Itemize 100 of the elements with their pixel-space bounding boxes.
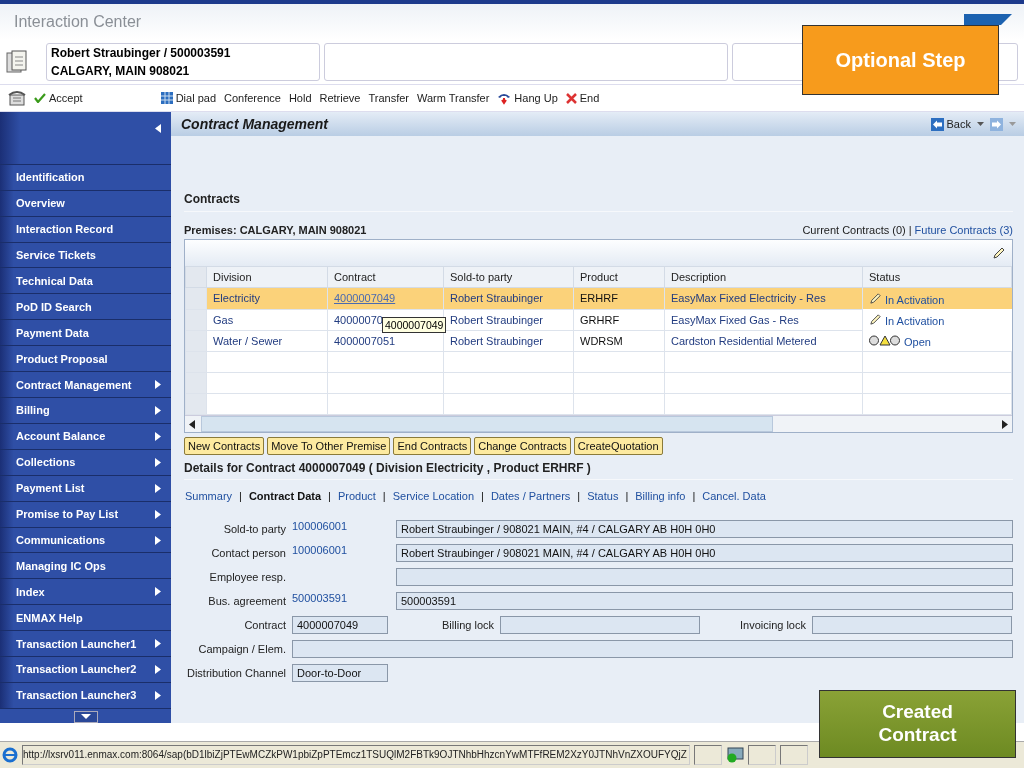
toolbar-button[interactable]: Hang Up [497,91,558,105]
input-field[interactable]: 4000007049 [292,616,388,634]
separator: | [625,490,629,502]
left-arrow-icon[interactable] [189,419,195,429]
close-icon [565,92,577,104]
sidebar-item[interactable]: Technical Data [0,268,171,295]
keypad-icon [160,92,173,104]
toolbar-button[interactable]: Accept [34,92,83,104]
toolbar-button[interactable]: Transfer [368,92,409,104]
sidebar-item[interactable]: ENMAX Help [0,605,171,632]
right-arrow-icon[interactable] [1002,419,1008,429]
horizontal-scrollbar[interactable] [185,415,1012,432]
window-title: Interaction Center [14,13,142,31]
sidebar-item[interactable]: Identification [0,164,171,191]
submenu-arrow-icon [155,509,161,519]
status-cell: In Activation [863,288,1012,309]
sidebar-item[interactable]: Overview [0,190,171,217]
field-label: Billing lock [441,619,494,631]
input-field[interactable]: 500003591 [396,592,1013,610]
detail-tab[interactable]: Contract Data [248,490,322,502]
page-title: Contract Management [181,116,329,132]
table-cell: Water / Sewer [206,330,328,352]
status-pane [693,745,722,765]
detail-tab[interactable]: Dates / Partners [490,490,571,502]
toolbar-button[interactable]: End [565,92,600,104]
toolbar-button[interactable]: Dial pad [160,92,216,104]
field-label: Sold-to party [222,523,286,535]
field-label: Bus. agreement [207,595,286,607]
back-button[interactable]: Back [930,117,971,131]
submenu-arrow-icon [155,639,161,649]
telephone-icon [8,90,26,106]
detail-tab[interactable]: Service Location [392,490,474,502]
pencil-icon [869,292,882,305]
back-arrow-icon [930,117,944,131]
toolbar-button[interactable]: Warm Transfer [417,92,490,104]
sidebar-item[interactable]: Communications [0,527,171,554]
input-field[interactable]: Door-to-Door [292,664,388,682]
future-contracts-link[interactable]: Future Contracts (3) [914,224,1013,236]
input-field[interactable] [500,616,700,634]
table-cell: Cardston Residential Metered [664,330,863,352]
separator: | [328,490,331,502]
sidebar-item[interactable]: PoD ID Search [0,294,171,321]
forward-icon[interactable] [990,117,1003,131]
column-header: Sold-to party [443,266,574,288]
hang-up-icon [497,91,512,105]
zone-icon [725,747,744,763]
submenu-arrow-icon [155,457,161,467]
sidebar-item[interactable]: Interaction Record [0,216,171,243]
submenu-arrow-icon [155,431,161,441]
detail-tab[interactable]: Summary [185,490,233,502]
sidebar-item[interactable]: Product Proposal [0,346,171,373]
edit-icon[interactable] [992,246,1006,260]
customer-address: CALGARY, MAIN 908021 [51,64,191,78]
scroll-down-button[interactable] [73,710,98,723]
sidebar-item[interactable]: Payment Data [0,320,171,347]
sidebar-item[interactable]: Index [0,579,171,606]
action-button[interactable]: CreateQuotation [573,437,663,455]
sidebar-item[interactable]: Transaction Launcher2 [0,657,171,683]
partner-link[interactable]: 100006001 [292,520,348,532]
sidebar-item[interactable]: Service Tickets [0,242,171,269]
submenu-arrow-icon [155,405,161,415]
action-button[interactable]: New Contracts [184,437,265,455]
premises-label: Premises: CALGARY, MAIN 908021 [184,224,367,236]
sidebar-item[interactable]: Payment List [0,475,171,502]
toolbar-button[interactable]: Conference [224,92,281,104]
action-button[interactable]: Move To Other Premise [267,437,391,455]
detail-tab[interactable]: Product [337,490,376,502]
sidebar-item[interactable]: Promise to Pay List [0,501,171,528]
field-label: Campaign / Elem. [197,643,286,655]
table-row[interactable]: Electricity 4000007049 Robert Straubinger ERHRF EasyMax Fixed Electricity - Res In Activation [185,287,1012,309]
dropdown-icon[interactable] [977,122,984,126]
partner-link[interactable]: 500003591 [292,592,348,604]
browser-icon [2,747,18,763]
sidebar-item[interactable]: Transaction Launcher3 [0,682,171,709]
separator: | [239,490,242,502]
status-cell: Open [863,330,1012,351]
input-field[interactable]: Robert Straubinger / 908021 MAIN, #4 / CALGARY AB H0H 0H0 [396,544,1013,562]
toolbar-button[interactable]: Hold [288,92,312,104]
sidebar-item[interactable]: Account Balance [0,423,171,450]
action-button[interactable]: Change Contracts [474,437,571,455]
input-field[interactable] [292,640,1013,658]
action-button[interactable]: End Contracts [393,437,472,455]
sidebar-item[interactable]: Transaction Launcher1 [0,631,171,658]
column-header: Division [206,266,328,288]
input-field[interactable] [812,616,1012,634]
detail-tab[interactable]: Status [587,490,619,502]
separator: | [908,224,912,236]
partner-link[interactable]: 100006001 [292,544,348,556]
table-cell: GRHRF [573,309,665,330]
collapse-icon[interactable] [155,124,161,133]
toolbar-button[interactable]: Retrieve [319,92,361,104]
detail-tab[interactable]: Cancel. Data [702,490,766,502]
sidebar-item[interactable]: Collections [0,449,171,476]
detail-tab[interactable]: Billing info [635,490,686,502]
input-field[interactable]: Robert Straubinger / 908021 MAIN, #4 / CALGARY AB H0H 0H0 [396,520,1013,538]
sidebar-item[interactable]: Contract Management [0,372,171,398]
sidebar-item[interactable]: Managing IC Ops [0,553,171,580]
table-cell: Gas [206,309,328,330]
sidebar-item[interactable]: Billing [0,397,171,424]
input-field[interactable] [396,568,1013,586]
